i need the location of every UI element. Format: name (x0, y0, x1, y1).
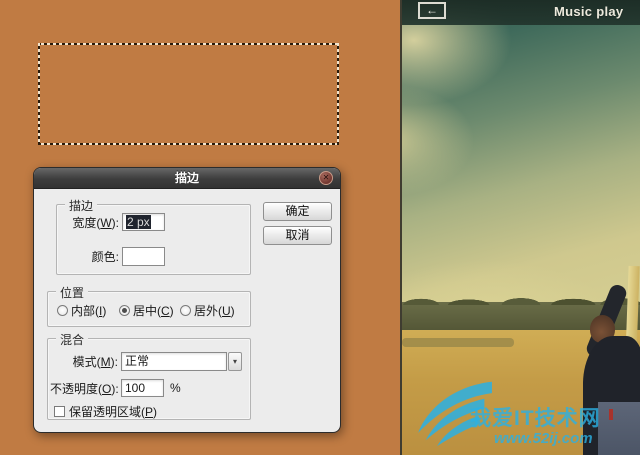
opacity-row: 不透明度(O): 100 % (50, 379, 181, 397)
radio-center-circle[interactable] (119, 305, 130, 316)
width-input[interactable]: 2 px (122, 213, 165, 231)
selection-marquee[interactable] (38, 43, 339, 145)
color-label: 颜色: (91, 250, 119, 264)
stroke-group: 描边 宽度(W): 2 px 颜色: (56, 197, 251, 275)
radio-center[interactable]: 居中(C) (119, 302, 174, 319)
radio-inside-circle[interactable] (57, 305, 68, 316)
watermark-text: 我爱IT技术网 (470, 407, 601, 430)
position-group-legend: 位置 (56, 284, 89, 301)
marquee-edge-top (38, 43, 339, 45)
watermark: 我爱IT技术网 www.52ij.com (410, 376, 640, 455)
marquee-edge-left (38, 43, 40, 145)
opacity-input[interactable]: 100 (121, 379, 164, 397)
dialog-titlebar[interactable]: 描边 ✕ (34, 168, 340, 189)
marquee-edge-right (337, 43, 339, 145)
color-row: 颜色: (65, 247, 165, 266)
marquee-edge-bottom (38, 143, 339, 145)
opacity-label: 不透明度(O): (50, 381, 119, 396)
blend-mode-select[interactable]: 正常 (121, 352, 227, 371)
stroke-dialog: 描边 ✕ 描边 宽度(W): 2 px 颜色: 确定 取消 位置 内部(I) 居… (33, 167, 341, 433)
stroke-color-swatch[interactable] (122, 247, 165, 266)
blend-group-legend: 混合 (56, 331, 89, 348)
chevron-down-icon[interactable]: ▾ (228, 352, 242, 371)
photo-app-header: ← Music play (402, 0, 640, 25)
watermark-url: www.52ij.com (494, 430, 593, 447)
mode-label: 模式(M): (72, 355, 118, 369)
radio-outside[interactable]: 居外(U) (180, 302, 235, 319)
width-row: 宽度(W): 2 px (65, 213, 165, 231)
radio-outside-label: 居外(U) (194, 304, 235, 318)
preserve-transparency-checkbox[interactable] (54, 406, 65, 417)
width-value-selected: 2 px (126, 215, 151, 229)
ok-button[interactable]: 确定 (263, 202, 332, 221)
back-arrow-icon: ← (418, 2, 446, 19)
radio-inside-label: 内部(I) (71, 304, 107, 318)
position-group: 位置 内部(I) 居中(C) 居外(U) (47, 284, 251, 327)
dialog-title: 描边 (174, 171, 199, 185)
mode-row: 模式(M): 正常 ▾ (50, 352, 242, 371)
radio-inside[interactable]: 内部(I) (57, 302, 106, 319)
close-icon[interactable]: ✕ (319, 171, 333, 185)
reference-image-panel[interactable]: ← Music play 我爱IT技术网 www.52ij.com (400, 0, 640, 455)
opacity-unit: % (170, 381, 181, 395)
preserve-transparency-label: 保留透明区域(P) (69, 405, 158, 419)
radio-outside-circle[interactable] (180, 305, 191, 316)
photo-app-title: Music play (554, 4, 624, 19)
width-label: 宽度(W): (72, 215, 119, 230)
cancel-button[interactable]: 取消 (263, 226, 332, 245)
photo-sky (402, 0, 640, 335)
preserve-row: 保留透明区域(P) (54, 403, 157, 420)
photo-hedge (402, 338, 514, 347)
radio-center-label: 居中(C) (133, 304, 174, 318)
blend-group: 混合 模式(M): 正常 ▾ 不透明度(O): 100 % 保留透明区域(P) (47, 331, 251, 420)
stroke-group-legend: 描边 (65, 197, 98, 214)
